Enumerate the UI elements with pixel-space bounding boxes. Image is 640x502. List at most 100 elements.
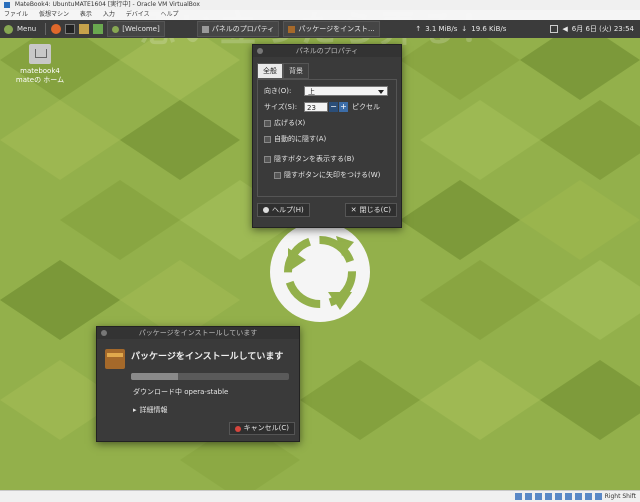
ubuntu-mate-logo xyxy=(270,222,370,322)
display-icon[interactable] xyxy=(554,493,562,500)
top-panel: Menu [Welcome] パネルのプロパティ パッケージをインスト... ↑… xyxy=(0,20,640,38)
menu-button[interactable]: Menu xyxy=(0,20,42,38)
mate-logo-icon xyxy=(4,24,13,34)
vbox-menu-help[interactable]: ヘルプ xyxy=(161,11,179,18)
chevron-down-icon xyxy=(378,90,384,94)
panel-separator xyxy=(45,23,47,35)
close-x-icon: ✕ xyxy=(350,206,357,214)
vbox-status-bar: Right Shift xyxy=(0,490,640,502)
taskbar-item-welcome[interactable]: [Welcome] xyxy=(107,21,165,37)
network-adapter-icon[interactable] xyxy=(564,493,572,500)
chevron-right-icon: ▸ xyxy=(133,406,137,414)
cancel-icon xyxy=(234,425,241,432)
help-button[interactable]: ヘルプ(H) xyxy=(257,203,310,217)
vbox-menu-machine[interactable]: 仮想マシン xyxy=(39,11,69,18)
install-heading: パッケージをインストールしています xyxy=(131,352,284,362)
properties-button-row: ヘルプ(H) ✕ 閉じる(C) xyxy=(257,203,397,217)
cpu-icon[interactable] xyxy=(584,493,592,500)
file-manager-launcher-icon[interactable] xyxy=(79,24,90,34)
vbox-menu-devices[interactable]: デバイス xyxy=(126,11,150,18)
orientation-value: 上 xyxy=(308,88,315,96)
install-header: パッケージをインストールしています xyxy=(105,349,291,369)
window-title: MateBook4: UbuntuMATE1604 [実行中] - Oracle… xyxy=(14,1,200,8)
vbox-menu-file[interactable]: ファイル xyxy=(4,11,28,18)
arrows-on-hide-label: 隠すボタンに矢印をつける(W) xyxy=(284,171,381,179)
expand-label: 広げる(X) xyxy=(274,119,306,127)
panel-properties-dialog: パネルのプロパティ 全般 背景 向き(O): 上 サイズ(S): 23 − + … xyxy=(252,44,402,228)
checkbox-box xyxy=(274,171,281,179)
size-input[interactable]: 23 xyxy=(304,102,328,112)
autohide-checkbox[interactable]: 自動的に隠す(A) xyxy=(264,134,390,144)
net-down-icon: ↓ xyxy=(461,25,468,33)
system-tray: ↑ 3.1 MiB/s ↓ 19.6 KiB/s ◀ 6月 6日 (火) 23:… xyxy=(415,20,640,38)
details-label: 詳細情報 xyxy=(139,406,168,414)
size-decrement-button[interactable]: − xyxy=(329,102,338,112)
volume-icon[interactable]: ◀ xyxy=(562,20,567,38)
shared-folders-icon[interactable] xyxy=(544,493,552,500)
home-folder-icon xyxy=(29,44,51,64)
show-hide-buttons-label: 隠すボタンを表示する(B) xyxy=(274,155,355,163)
checkbox-box xyxy=(264,119,271,127)
close-button-label: 閉じる(C) xyxy=(359,206,391,214)
vbox-title-bar: MateBook4: UbuntuMATE1604 [実行中] - Oracle… xyxy=(0,0,640,10)
properties-icon xyxy=(201,25,209,33)
menu-label: Menu xyxy=(17,25,37,33)
hdd-icon[interactable] xyxy=(514,493,522,500)
install-progress-bar xyxy=(131,373,289,380)
size-unit: ピクセル xyxy=(352,103,380,111)
vbox-menu-view[interactable]: 表示 xyxy=(80,11,92,18)
close-icon[interactable] xyxy=(101,330,107,336)
expand-checkbox[interactable]: 広げる(X) xyxy=(264,118,390,128)
taskbar-item-label: パッケージをインスト... xyxy=(298,25,375,33)
properties-tabs: 全般 背景 xyxy=(257,63,401,79)
tab-background[interactable]: 背景 xyxy=(283,63,309,79)
autohide-label: 自動的に隠す(A) xyxy=(274,135,327,143)
orientation-row: 向き(O): 上 xyxy=(264,86,390,96)
checkbox-box xyxy=(264,135,271,143)
ubuntu-mate-logo-icon xyxy=(284,236,356,310)
cancel-button-label: キャンセル(C) xyxy=(243,424,289,432)
orientation-select[interactable]: 上 xyxy=(304,86,388,96)
net-up-speed: 3.1 MiB/s xyxy=(425,25,458,33)
size-increment-button[interactable]: + xyxy=(339,102,348,112)
size-row: サイズ(S): 23 − + ピクセル xyxy=(264,102,390,112)
terminal-launcher-icon[interactable] xyxy=(65,24,76,34)
cancel-button[interactable]: キャンセル(C) xyxy=(228,422,295,435)
taskbar-item-package-install[interactable]: パッケージをインスト... xyxy=(283,21,380,37)
details-expander[interactable]: ▸ 詳細情報 xyxy=(133,405,299,415)
install-progress-fill xyxy=(131,373,179,380)
orientation-label: 向き(O): xyxy=(264,87,292,95)
virtualbox-icon xyxy=(4,1,10,8)
install-dialog-title: パッケージをインストールしています xyxy=(138,329,258,337)
taskbar-item-label: [Welcome] xyxy=(122,25,160,33)
show-hide-buttons-checkbox[interactable]: 隠すボタンを表示する(B) xyxy=(264,154,390,164)
vbox-menu-input[interactable]: 入力 xyxy=(103,11,115,18)
mouse-integration-icon[interactable] xyxy=(594,493,602,500)
tab-general[interactable]: 全般 xyxy=(257,63,283,79)
taskbar-item-panel-properties[interactable]: パネルのプロパティ xyxy=(196,21,280,37)
panel-properties-titlebar: パネルのプロパティ xyxy=(253,45,401,57)
network-icon[interactable] xyxy=(550,25,559,33)
checkbox-box xyxy=(264,155,271,163)
recording-icon[interactable] xyxy=(574,493,582,500)
optical-drive-icon[interactable] xyxy=(524,493,532,500)
close-icon[interactable] xyxy=(257,48,263,54)
desktop-icon-label: matebook4 mateの ホーム xyxy=(15,67,65,84)
size-label: サイズ(S): xyxy=(264,103,298,111)
package-install-icon xyxy=(105,349,125,369)
help-icon xyxy=(263,207,269,213)
software-launcher-icon[interactable] xyxy=(93,24,104,34)
browser-launcher-icon[interactable] xyxy=(51,24,62,34)
usb-icon[interactable] xyxy=(534,493,542,500)
net-down-speed: 19.6 KiB/s xyxy=(471,25,507,33)
install-status: ダウンロード中 opera-stable xyxy=(133,388,229,396)
desktop-icon-home[interactable]: matebook4 mateの ホーム xyxy=(10,44,70,85)
arrows-on-hide-buttons-checkbox[interactable]: 隠すボタンに矢印をつける(W) xyxy=(274,170,390,180)
clock[interactable]: 6月 6日 (火) 23:54 xyxy=(572,20,634,38)
taskbar-item-label: パネルのプロパティ xyxy=(211,25,275,33)
general-tab-panel: 向き(O): 上 サイズ(S): 23 − + ピクセル 広げる(X) 自動的に… xyxy=(257,79,397,197)
host-key-label: Right Shift xyxy=(604,493,636,500)
close-button[interactable]: ✕ 閉じる(C) xyxy=(344,203,397,217)
welcome-icon xyxy=(112,25,120,33)
net-up-icon: ↑ xyxy=(415,25,422,33)
